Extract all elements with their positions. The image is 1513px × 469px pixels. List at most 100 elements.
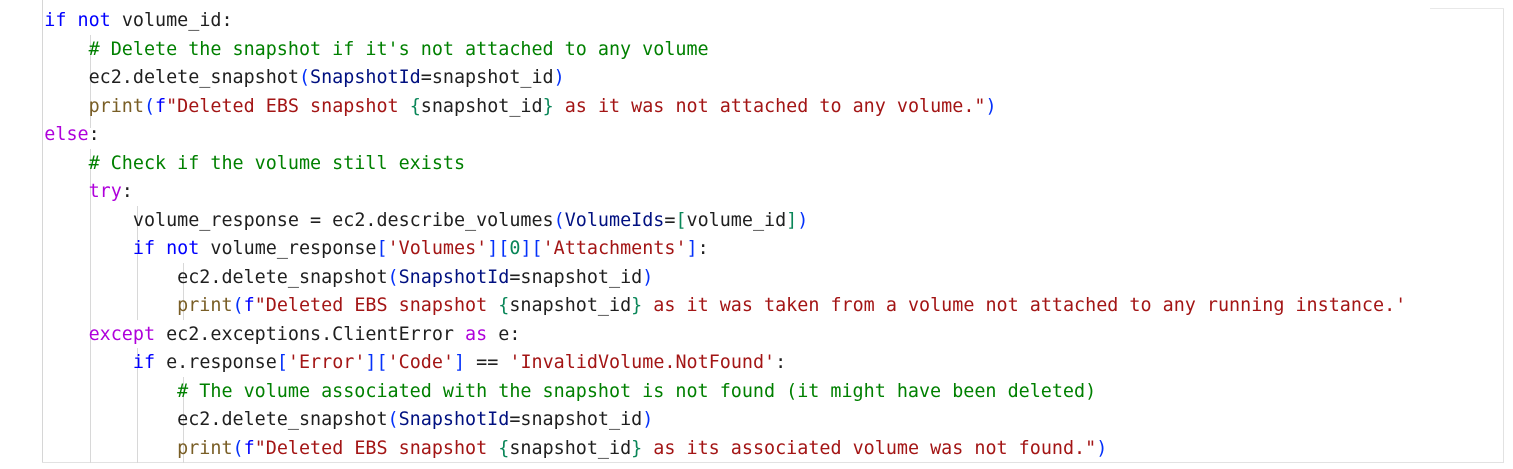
code-token: volume_id: [686, 209, 787, 231]
code-token: ][: [365, 352, 388, 373]
code-token: (: [387, 409, 399, 430]
code-line[interactable]: # Check if the volume still exists: [0, 150, 1406, 179]
code-token: }: [631, 295, 643, 316]
code-token: =snapshot_id: [509, 266, 643, 288]
code-line[interactable]: # Delete the snapshot if it's not attach…: [0, 36, 1406, 65]
code-token: {: [498, 437, 510, 459]
code-token: ): [553, 67, 565, 88]
code-token: "Deleted EBS snapshot: [166, 95, 410, 117]
code-block[interactable]: if not volume_id: # Delete the snapshot …: [0, 7, 1406, 463]
editor-top-border: [1430, 8, 1504, 9]
code-token: (: [553, 209, 565, 231]
code-token: f: [243, 295, 255, 316]
code-line[interactable]: if not volume_response['Volumes'][0]['At…: [0, 235, 1406, 264]
code-token: {: [409, 95, 421, 117]
code-token: [: [675, 209, 687, 231]
code-line[interactable]: ec2.delete_snapshot(SnapshotId=snapshot_…: [0, 264, 1406, 293]
code-token: # Check if the volume still exists: [88, 152, 466, 174]
code-token: as: [465, 323, 488, 345]
editor-right-border: [1503, 8, 1504, 463]
code-token: if: [132, 352, 156, 373]
code-token: not: [166, 238, 200, 259]
code-line[interactable]: print(f"Deleted EBS snapshot {snapshot_i…: [0, 292, 1406, 321]
code-token: ): [797, 209, 809, 231]
code-token: [: [276, 352, 288, 373]
code-token: 'Attachments': [542, 238, 687, 259]
code-token: 'InvalidVolume.NotFound': [509, 352, 776, 373]
code-line[interactable]: if e.response['Error']['Code'] == 'Inval…: [0, 349, 1406, 378]
code-token: ): [985, 95, 997, 117]
code-token: volume_response: [199, 238, 377, 259]
code-token: e.response: [155, 352, 277, 373]
code-token: print: [177, 295, 233, 316]
code-token: ][: [520, 238, 543, 259]
code-token: 'Code': [387, 352, 455, 373]
code-token: ): [642, 266, 654, 288]
code-token: snapshot_id: [420, 95, 543, 117]
code-line[interactable]: else:: [0, 121, 1406, 150]
code-line[interactable]: print(f"Deleted EBS snapshot {snapshot_i…: [0, 93, 1406, 122]
code-line[interactable]: # The volume associated with the snapsho…: [0, 378, 1406, 407]
code-token: snapshot_id: [509, 437, 632, 459]
code-token: ec2.delete_snapshot: [177, 266, 388, 288]
code-token: as it was taken from a volume not attach…: [642, 295, 1407, 316]
code-token: 'Volumes': [387, 238, 488, 259]
code-token: print: [177, 437, 233, 459]
code-token: ec2.delete_snapshot: [88, 67, 299, 88]
code-line[interactable]: volume_response = ec2.describe_volumes(V…: [0, 207, 1406, 236]
code-token: as it was not attached to any volume.": [553, 95, 986, 117]
code-line[interactable]: try:: [0, 178, 1406, 207]
code-line[interactable]: if not volume_id:: [0, 7, 1406, 36]
code-token: :: [775, 352, 787, 373]
code-token: 'Error': [287, 352, 366, 373]
code-token: }: [631, 437, 643, 459]
code-token: {: [498, 295, 510, 316]
code-token: f: [243, 437, 255, 459]
code-token: VolumeIds: [564, 209, 665, 231]
code-token: }: [542, 95, 554, 117]
code-token: as its associated volume was not found.": [642, 437, 1097, 459]
code-token: =: [664, 209, 676, 231]
code-line[interactable]: ec2.delete_snapshot(SnapshotId=snapshot_…: [0, 64, 1406, 93]
code-token: :: [697, 238, 709, 259]
code-token: "Deleted EBS snapshot: [254, 295, 499, 316]
code-token: ]: [454, 352, 466, 373]
code-token: ]: [786, 209, 798, 231]
code-token: :: [121, 181, 133, 202]
code-token: ): [1096, 437, 1108, 459]
code-token: (: [298, 67, 311, 88]
code-token: [: [376, 238, 388, 259]
code-token: (: [232, 295, 244, 316]
code-line[interactable]: print(f"Deleted EBS snapshot {snapshot_i…: [0, 435, 1406, 464]
code-token: ][: [487, 238, 510, 259]
code-token: else: [44, 124, 89, 145]
code-token: snapshot_id: [509, 295, 632, 316]
code-token: e:: [487, 323, 521, 345]
code-token: f: [155, 95, 167, 117]
code-token: not: [77, 10, 111, 31]
code-token: 0: [509, 238, 521, 259]
code-token: except: [88, 323, 156, 345]
code-line[interactable]: except ec2.exceptions.ClientError as e:: [0, 321, 1406, 350]
code-editor[interactable]: if not volume_id: # Delete the snapshot …: [0, 0, 1513, 469]
code-line[interactable]: ec2.delete_snapshot(SnapshotId=snapshot_…: [0, 406, 1406, 435]
code-token: =snapshot_id: [509, 409, 643, 430]
code-token: if: [132, 238, 156, 259]
code-token: volume_id:: [110, 10, 233, 31]
